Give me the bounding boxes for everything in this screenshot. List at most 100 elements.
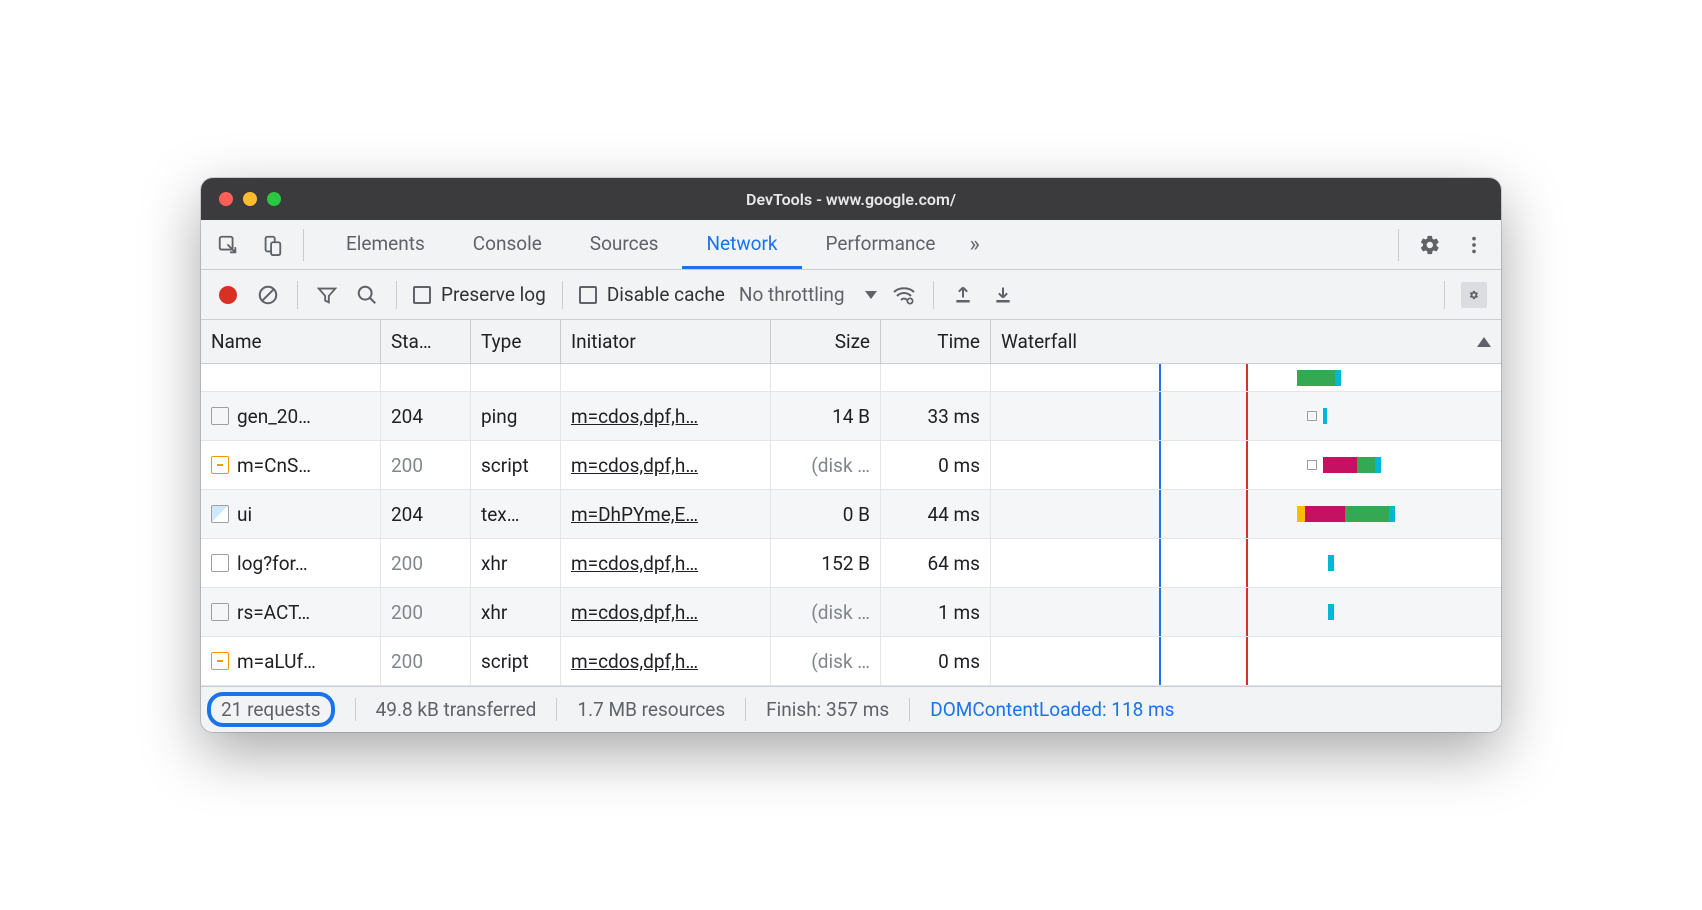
request-type: xhr: [471, 588, 561, 636]
summary-finish: Finish: 357 ms: [746, 698, 910, 721]
minimize-window-button[interactable]: [243, 192, 257, 206]
device-toolbar-icon[interactable]: [259, 232, 285, 258]
file-type-icon: [211, 554, 229, 572]
request-name: log?for…: [237, 552, 308, 575]
request-waterfall-cell: [991, 637, 1501, 685]
summary-transferred: 49.8 kB transferred: [356, 698, 558, 721]
network-summary-strip: 21 requests 49.8 kB transferred 1.7 MB r…: [201, 686, 1501, 732]
domcontentloaded-line: [1159, 637, 1161, 685]
column-header-type[interactable]: Type: [471, 320, 561, 363]
request-type: ping: [471, 392, 561, 440]
waterfall-bar: [1328, 603, 1334, 621]
tab-network[interactable]: Network: [682, 220, 801, 269]
domcontentloaded-line: [1159, 364, 1161, 391]
request-initiator-link[interactable]: m=cdos,dpf,h…: [571, 405, 698, 428]
preserve-log-label: Preserve log: [441, 283, 546, 306]
load-event-line: [1246, 364, 1248, 391]
domcontentloaded-line: [1159, 539, 1161, 587]
table-row[interactable]: rs=ACT… 200xhr m=cdos,dpf,h… (disk …1 ms: [201, 588, 1501, 637]
waterfall-bar: [1307, 407, 1327, 425]
request-type: tex…: [471, 490, 561, 538]
domcontentloaded-line: [1159, 588, 1161, 636]
chevron-down-icon: [865, 291, 877, 299]
network-conditions-icon[interactable]: [891, 282, 917, 308]
devtools-window: DevTools - www.google.com/ ElementsConso…: [201, 178, 1501, 732]
kebab-menu-icon[interactable]: [1461, 232, 1487, 258]
column-header-size[interactable]: Size: [771, 320, 881, 363]
file-type-icon: [211, 603, 229, 621]
request-status: 200: [381, 441, 471, 489]
table-row[interactable]: m=CnS…200scriptm=cdos,dpf,h…(disk …0 ms: [201, 441, 1501, 490]
waterfall-bar: [1307, 456, 1381, 474]
request-size: 0 B: [771, 490, 881, 538]
table-row[interactable]: m=aLUf…200scriptm=cdos,dpf,h…(disk …0 ms: [201, 637, 1501, 686]
load-event-line: [1246, 490, 1248, 538]
file-type-icon: [211, 652, 229, 670]
load-event-line: [1246, 539, 1248, 587]
file-type-icon: [211, 407, 229, 425]
request-name: m=aLUf…: [237, 650, 316, 673]
table-row[interactable]: ui204tex…m=DhPYme,E…0 B44 ms: [201, 490, 1501, 539]
throttling-select[interactable]: No throttling: [739, 283, 877, 306]
clear-log-icon[interactable]: [255, 282, 281, 308]
more-tabs-icon[interactable]: »: [959, 232, 989, 257]
request-status: 200: [381, 588, 471, 636]
network-settings-gear-icon[interactable]: [1461, 282, 1487, 308]
request-waterfall-cell: [991, 588, 1501, 636]
domcontentloaded-line: [1159, 392, 1161, 440]
waterfall-bar: [1297, 369, 1341, 387]
inspect-element-icon[interactable]: [215, 232, 241, 258]
column-header-waterfall[interactable]: Waterfall: [991, 320, 1501, 363]
disable-cache-checkbox[interactable]: Disable cache: [579, 283, 725, 306]
tab-performance[interactable]: Performance: [802, 220, 960, 269]
column-header-status[interactable]: Sta…: [381, 320, 471, 363]
preserve-log-checkbox[interactable]: Preserve log: [413, 283, 546, 306]
domcontentloaded-line: [1159, 490, 1161, 538]
request-name: rs=ACT…: [237, 601, 310, 624]
table-row[interactable]: gen_20…204pingm=cdos,dpf,h…14 B33 ms: [201, 392, 1501, 441]
load-event-line: [1246, 588, 1248, 636]
load-event-line: [1246, 392, 1248, 440]
request-size: (disk …: [771, 588, 881, 636]
record-button[interactable]: [215, 282, 241, 308]
search-icon[interactable]: [354, 282, 380, 308]
load-event-line: [1246, 637, 1248, 685]
request-waterfall-cell: [991, 490, 1501, 538]
request-time: 1 ms: [881, 588, 991, 636]
request-time: 44 ms: [881, 490, 991, 538]
request-waterfall-cell: [991, 539, 1501, 587]
summary-resources: 1.7 MB resources: [557, 698, 746, 721]
sort-ascending-icon: [1477, 337, 1491, 347]
tab-sources[interactable]: Sources: [566, 220, 683, 269]
column-header-name[interactable]: Name: [201, 320, 381, 363]
tab-elements[interactable]: Elements: [322, 220, 449, 269]
tab-console[interactable]: Console: [449, 220, 566, 269]
request-type: xhr: [471, 539, 561, 587]
request-initiator-link[interactable]: m=cdos,dpf,h…: [571, 601, 698, 624]
file-type-icon: [211, 456, 229, 474]
request-initiator-link[interactable]: m=cdos,dpf,h…: [571, 552, 698, 575]
column-header-time[interactable]: Time: [881, 320, 991, 363]
export-har-icon[interactable]: [990, 282, 1016, 308]
filter-icon[interactable]: [314, 282, 340, 308]
request-size: (disk …: [771, 441, 881, 489]
import-har-icon[interactable]: [950, 282, 976, 308]
request-initiator-link[interactable]: m=cdos,dpf,h…: [571, 650, 698, 673]
request-initiator-link[interactable]: m=DhPYme,E…: [571, 503, 698, 526]
titlebar: DevTools - www.google.com/: [201, 178, 1501, 220]
summary-domcontentloaded: DOMContentLoaded: 118 ms: [910, 698, 1194, 721]
request-name: m=CnS…: [237, 454, 311, 477]
table-row[interactable]: log?for…200xhrm=cdos,dpf,h…152 B64 ms: [201, 539, 1501, 588]
request-size: 14 B: [771, 392, 881, 440]
column-header-initiator[interactable]: Initiator: [561, 320, 771, 363]
devtools-tabstrip: ElementsConsoleSourcesNetworkPerformance…: [201, 220, 1501, 270]
request-waterfall-cell: [991, 441, 1501, 489]
request-time: 64 ms: [881, 539, 991, 587]
request-status: 204: [381, 392, 471, 440]
summary-requests: 21 requests: [207, 692, 335, 727]
maximize-window-button[interactable]: [267, 192, 281, 206]
request-initiator-link[interactable]: m=cdos,dpf,h…: [571, 454, 698, 477]
settings-gear-icon[interactable]: [1417, 232, 1443, 258]
close-window-button[interactable]: [219, 192, 233, 206]
request-size: 152 B: [771, 539, 881, 587]
